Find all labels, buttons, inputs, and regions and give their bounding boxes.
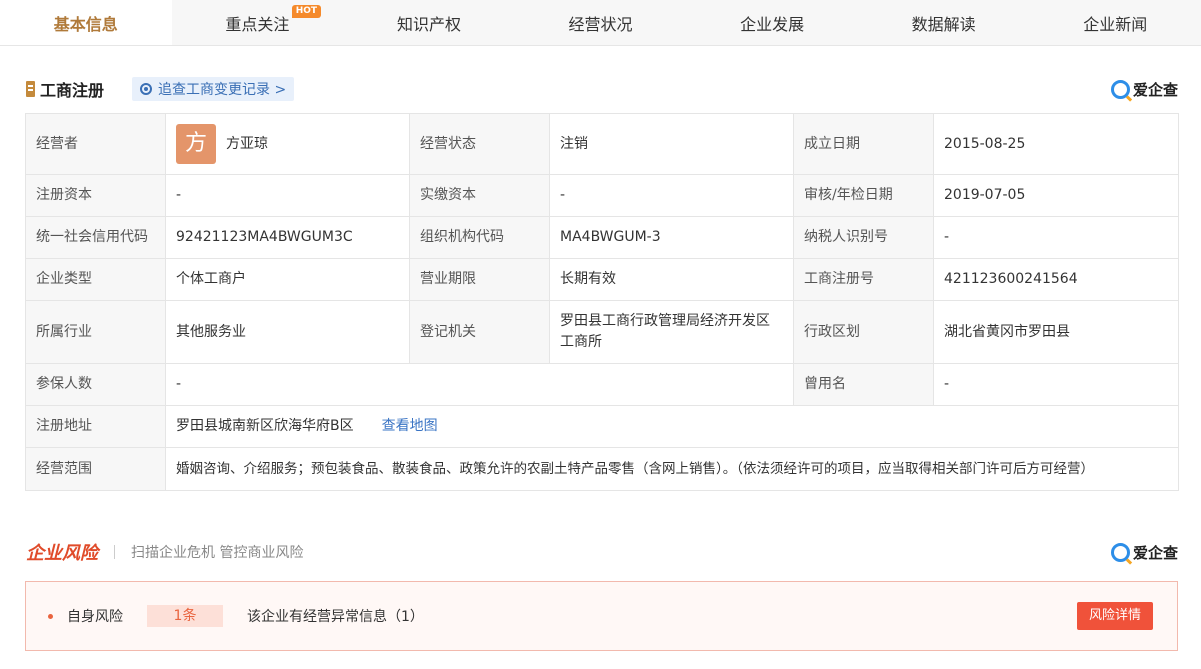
industry-label: 所属行业 — [25, 300, 166, 364]
avatar: 方 — [176, 124, 216, 164]
registration-header: 工商注册 追查工商变更记录 > 爱企查 — [26, 76, 1178, 102]
paid-capital-label: 实缴资本 — [409, 174, 550, 217]
tab-operations[interactable]: 经营状况 — [515, 0, 687, 45]
trace-changes-button[interactable]: 追查工商变更记录 > — [132, 77, 295, 101]
region-label: 行政区划 — [793, 300, 934, 364]
insured-value: - — [165, 363, 794, 406]
address-label: 注册地址 — [25, 405, 166, 448]
tab-ip[interactable]: 知识产权 — [343, 0, 515, 45]
reg-no-value: 421123600241564 — [933, 258, 1179, 301]
address-cell: 罗田县城南新区欣海华府B区 查看地图 — [165, 405, 1179, 448]
bullet-dot-icon — [48, 613, 53, 619]
org-code-label: 组织机构代码 — [409, 216, 550, 259]
tab-label: 经营状况 — [568, 14, 633, 34]
risk-description: 该企业有经营异常信息（1） — [247, 609, 424, 625]
search-logo-icon — [1110, 542, 1130, 562]
risk-header: 企业风险 扫描企业危机 管控商业风险 爱企查 — [26, 539, 1178, 565]
tab-key-focus[interactable]: 重点关注 HOT — [172, 0, 344, 45]
tab-development[interactable]: 企业发展 — [686, 0, 858, 45]
registration-table: 经营者 方方亚琼 经营状态 注销 成立日期 2015-08-25 注册资本 - … — [25, 113, 1179, 491]
status-label: 经营状态 — [409, 113, 550, 175]
registration-title: 工商注册 — [40, 81, 105, 100]
tab-label: 知识产权 — [396, 14, 461, 34]
status-value: 注销 — [549, 113, 794, 175]
divider — [114, 545, 115, 559]
insured-label: 参保人数 — [25, 363, 166, 406]
brand-name: 爱企查 — [1132, 80, 1178, 99]
tab-label: 企业发展 — [740, 14, 805, 34]
org-code-value: MA4BWGUM-3 — [549, 216, 794, 259]
tab-label: 数据解读 — [911, 14, 976, 34]
table-row: 企业类型 个体工商户 营业期限 长期有效 工商注册号 4211236002415… — [25, 258, 1179, 301]
risk-count-badge[interactable]: 1条 — [147, 605, 223, 627]
risk-subtitle: 扫描企业危机 管控商业风险 — [131, 545, 304, 561]
taxpayer-value: - — [933, 216, 1179, 259]
table-row: 经营者 方方亚琼 经营状态 注销 成立日期 2015-08-25 — [25, 113, 1179, 175]
brand-name: 爱企查 — [1132, 543, 1178, 562]
tab-label: 企业新闻 — [1083, 14, 1148, 34]
review-date-label: 审核/年检日期 — [793, 174, 934, 217]
view-map-link[interactable]: 查看地图 — [382, 418, 438, 434]
founded-label: 成立日期 — [793, 113, 934, 175]
type-value: 个体工商户 — [165, 258, 410, 301]
former-name-value: - — [933, 363, 1179, 406]
document-icon — [26, 81, 35, 97]
reg-capital-label: 注册资本 — [25, 174, 166, 217]
table-row: 经营范围 婚姻咨询、介绍服务；预包装食品、散装食品、政策允许的农副土特产品零售（… — [25, 447, 1179, 491]
credit-code-label: 统一社会信用代码 — [25, 216, 166, 259]
type-label: 企业类型 — [25, 258, 166, 301]
tab-data-analysis[interactable]: 数据解读 — [858, 0, 1030, 45]
authority-label: 登记机关 — [409, 300, 550, 364]
tab-news[interactable]: 企业新闻 — [1029, 0, 1201, 45]
risk-title: 企业风险 — [26, 543, 98, 564]
target-icon — [140, 83, 153, 95]
risk-item-label: 自身风险 — [67, 609, 123, 625]
operator-label: 经营者 — [25, 113, 166, 175]
tab-basic-info[interactable]: 基本信息 — [0, 0, 172, 45]
tab-label: 基本信息 — [53, 14, 118, 34]
table-row: 统一社会信用代码 92421123MA4BWGUM3C 组织机构代码 MA4BW… — [25, 216, 1179, 259]
review-date-value: 2019-07-05 — [933, 174, 1179, 217]
taxpayer-label: 纳税人识别号 — [793, 216, 934, 259]
region-value: 湖北省黄冈市罗田县 — [933, 300, 1179, 364]
risk-panel: 自身风险 1条 该企业有经营异常信息（1） 风险详情 — [25, 581, 1178, 651]
founded-value: 2015-08-25 — [933, 113, 1179, 175]
brand-logo: 爱企查 — [1110, 79, 1178, 100]
risk-details-button[interactable]: 风险详情 — [1076, 602, 1153, 630]
address-value: 罗田县城南新区欣海华府B区 — [176, 418, 354, 434]
table-row: 注册资本 - 实缴资本 - 审核/年检日期 2019-07-05 — [25, 174, 1179, 217]
operator-cell: 方方亚琼 — [165, 113, 410, 175]
term-value: 长期有效 — [549, 258, 794, 301]
scope-label: 经营范围 — [25, 447, 166, 491]
trace-changes-label: 追查工商变更记录 > — [158, 82, 287, 98]
scope-value: 婚姻咨询、介绍服务；预包装食品、散装食品、政策允许的农副土特产品零售（含网上销售… — [165, 447, 1179, 491]
term-label: 营业期限 — [409, 258, 550, 301]
table-row: 参保人数 - 曾用名 - — [25, 363, 1179, 406]
operator-name[interactable]: 方亚琼 — [226, 136, 268, 152]
former-name-label: 曾用名 — [793, 363, 934, 406]
table-row: 注册地址 罗田县城南新区欣海华府B区 查看地图 — [25, 405, 1179, 448]
top-tabs: 基本信息 重点关注 HOT 知识产权 经营状况 企业发展 数据解读 企业新闻 — [0, 0, 1201, 46]
authority-value: 罗田县工商行政管理局经济开发区工商所 — [549, 300, 794, 364]
search-logo-icon — [1110, 79, 1130, 99]
hot-badge: HOT — [291, 5, 322, 18]
industry-value: 其他服务业 — [165, 300, 410, 364]
brand-logo: 爱企查 — [1110, 542, 1178, 563]
credit-code-value: 92421123MA4BWGUM3C — [165, 216, 410, 259]
reg-no-label: 工商注册号 — [793, 258, 934, 301]
paid-capital-value: - — [549, 174, 794, 217]
reg-capital-value: - — [165, 174, 410, 217]
table-row: 所属行业 其他服务业 登记机关 罗田县工商行政管理局经济开发区工商所 行政区划 … — [25, 300, 1179, 364]
tab-label: 重点关注 — [225, 14, 290, 34]
